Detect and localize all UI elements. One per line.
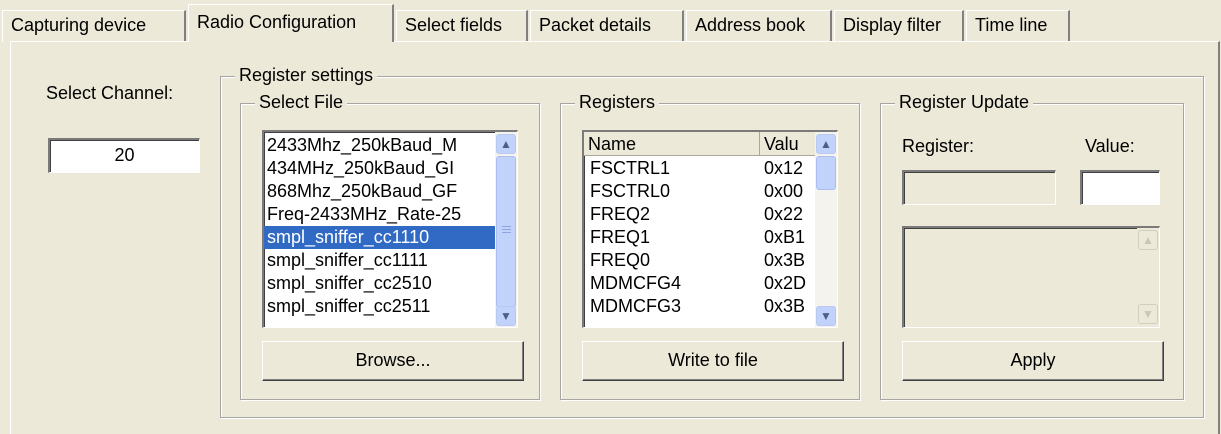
register-name: MDMCFG4 [590,273,681,293]
registers-title: Registers [575,91,660,113]
select-file-title: Select File [255,91,348,113]
grip-icon [502,229,511,230]
list-item[interactable]: smpl_sniffer_cc2511 [264,295,496,318]
table-row[interactable]: FSCTRL1 0x12 [584,157,816,180]
tab-select-fields[interactable]: Select fields [396,10,528,42]
register-field[interactable] [902,170,1056,205]
scroll-thumb[interactable] [816,156,836,190]
value-field[interactable] [1080,170,1160,205]
table-row[interactable]: MDMCFG4 0x2D [584,272,816,295]
register-value: 0x3B [764,250,806,270]
list-item[interactable]: Freq-2433MHz_Rate-25 [264,203,496,226]
description-scrollbar[interactable]: ▲ ▼ [1137,228,1159,327]
register-name: FSCTRL0 [590,181,671,201]
tab-display-filter[interactable]: Display filter [834,10,964,42]
register-value: 0x12 [764,158,804,178]
chevron-down-icon[interactable]: ▼ [816,306,836,326]
registers-scrollbar[interactable]: ▲ ▼ [815,132,837,327]
channel-input[interactable]: 20 [48,138,200,173]
register-name: FSCTRL1 [590,158,671,178]
chevron-down-icon[interactable]: ▼ [1138,304,1158,324]
register-name: FREQ2 [590,204,651,224]
tab-packet-details[interactable]: Packet details [530,10,684,42]
chevron-up-icon[interactable]: ▲ [816,134,836,154]
tab-address-book[interactable]: Address book [686,10,832,42]
table-row[interactable]: FSCTRL0 0x00 [584,180,816,203]
grip-icon [502,226,511,227]
register-value: 0x3B [764,296,806,316]
file-list[interactable]: 2433Mhz_250kBaud_M 434MHz_250kBaud_GI 86… [262,130,518,328]
register-update-title: Register Update [895,91,1034,113]
table-row[interactable]: FREQ1 0xB1 [584,226,816,249]
register-value: 0x22 [764,204,804,224]
chevron-down-icon[interactable]: ▼ [496,306,516,326]
list-item-selected[interactable]: smpl_sniffer_cc1110 [264,226,496,249]
tab-time-line[interactable]: Time line [966,10,1070,42]
list-item[interactable]: 2433Mhz_250kBaud_M [264,134,496,157]
register-label: Register: [902,136,975,156]
select-channel-label: Select Channel: [46,83,174,103]
scroll-thumb[interactable] [496,156,516,308]
register-value: 0x00 [764,181,804,201]
list-item[interactable]: smpl_sniffer_cc2510 [264,272,496,295]
register-name: FREQ1 [590,227,651,247]
column-header-value[interactable]: Valu [760,132,816,156]
chevron-up-icon[interactable]: ▲ [496,134,516,154]
table-row[interactable]: FREQ0 0x3B [584,249,816,272]
value-label: Value: [1085,136,1135,156]
register-description[interactable]: ▲ ▼ [902,226,1160,328]
register-name: FREQ0 [590,250,651,270]
list-item[interactable]: 434MHz_250kBaud_GI [264,157,496,180]
register-name: MDMCFG3 [590,296,681,316]
register-value: 0x2D [764,273,807,293]
tab-strip: Capturing device Radio Configuration Sel… [0,0,1221,42]
grip-icon [502,232,511,233]
registers-list[interactable]: Name Valu FSCTRL1 0x12 FSCTRL0 0x00 FREQ… [582,130,838,328]
browse-button[interactable]: Browse... [262,341,524,381]
list-item[interactable]: 868Mhz_250kBaud_GF [264,180,496,203]
column-header-name[interactable]: Name [584,132,760,156]
tab-capturing-device[interactable]: Capturing device [2,10,186,42]
register-value: 0xB1 [764,227,806,247]
write-to-file-button[interactable]: Write to file [582,341,844,381]
list-item[interactable]: smpl_sniffer_cc1111 [264,249,496,272]
table-row[interactable]: FREQ2 0x22 [584,203,816,226]
apply-button[interactable]: Apply [902,341,1164,381]
table-row[interactable]: MDMCFG3 0x3B [584,295,816,318]
tab-radio-configuration[interactable]: Radio Configuration [188,4,394,42]
chevron-up-icon[interactable]: ▲ [1138,230,1158,250]
register-settings-title: Register settings [235,64,378,86]
file-list-scrollbar[interactable]: ▲ ▼ [495,132,517,327]
